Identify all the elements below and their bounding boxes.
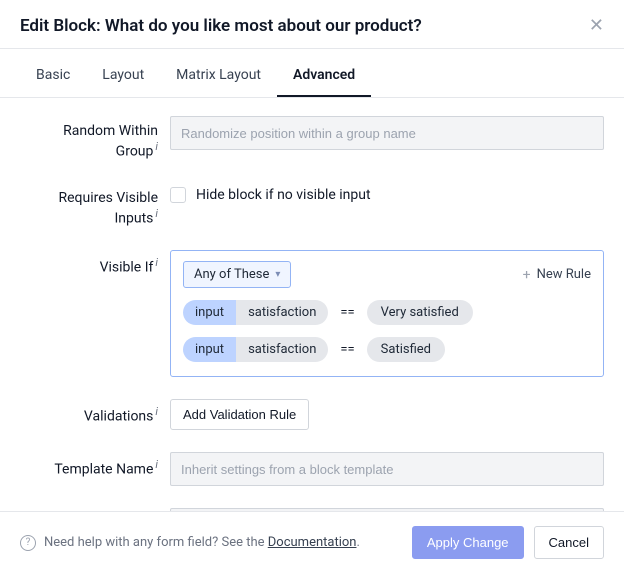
documentation-link[interactable]: Documentation [268, 535, 357, 550]
rule-operator[interactable]: == [338, 342, 356, 357]
add-validation-rule-button[interactable]: Add Validation Rule [170, 399, 309, 430]
chevron-down-icon: ▾ [275, 269, 280, 280]
row-visible-if: Visible Ifi Any of These ▾ + New Rule in… [20, 250, 604, 377]
combinator-select[interactable]: Any of These ▾ [183, 261, 291, 288]
cancel-button[interactable]: Cancel [534, 526, 604, 559]
info-icon[interactable]: i [155, 207, 158, 220]
row-validations: Validationsi Add Validation Rule [20, 399, 604, 430]
info-icon[interactable]: i [155, 256, 158, 269]
tab-basic[interactable]: Basic [20, 57, 86, 97]
template-name-input[interactable] [170, 452, 604, 486]
label-requires-visible-inputs: Requires Visible Inputsi [20, 183, 170, 228]
row-template-name: Template Namei [20, 452, 604, 486]
tab-matrix-layout[interactable]: Matrix Layout [160, 57, 277, 97]
label-template-name: Template Namei [20, 452, 170, 479]
row-random-within-group: Random Within Groupi [20, 116, 604, 161]
rule-field-pill[interactable]: input satisfaction [183, 300, 328, 325]
apply-change-button[interactable]: Apply Change [412, 526, 524, 559]
rule-value-pill[interactable]: Very satisfied [367, 300, 473, 325]
label-validations: Validationsi [20, 399, 170, 426]
random-within-group-input[interactable] [170, 116, 604, 150]
info-icon[interactable]: i [155, 458, 158, 471]
plus-icon: + [523, 267, 531, 283]
rule-value-pill[interactable]: Satisfied [367, 337, 445, 362]
info-icon[interactable]: i [155, 405, 158, 418]
info-icon[interactable]: i [155, 140, 158, 153]
rule-operator[interactable]: == [338, 305, 356, 320]
form-content: Random Within Groupi Requires Visible In… [0, 98, 624, 511]
visible-if-rules-box: Any of These ▾ + New Rule input satisfac… [170, 250, 604, 377]
new-rule-button[interactable]: + New Rule [523, 267, 591, 283]
label-random-within-group: Random Within Groupi [20, 116, 170, 161]
dialog-header: Edit Block: What do you like most about … [0, 0, 624, 48]
tab-layout[interactable]: Layout [86, 57, 160, 97]
tab-advanced[interactable]: Advanced [277, 57, 371, 97]
hide-block-label: Hide block if no visible input [196, 187, 371, 203]
dialog-footer: ? Need help with any form field? See the… [0, 511, 624, 573]
help-icon[interactable]: ? [20, 535, 36, 551]
hide-block-checkbox[interactable] [170, 187, 186, 203]
tabs: Basic Layout Matrix Layout Advanced [0, 49, 624, 98]
row-requires-visible-inputs: Requires Visible Inputsi Hide block if n… [20, 183, 604, 228]
dialog-title: Edit Block: What do you like most about … [20, 16, 422, 36]
rule-row: input satisfaction == Very satisfied [183, 300, 591, 325]
close-icon[interactable]: ✕ [589, 17, 604, 35]
rule-row: input satisfaction == Satisfied [183, 337, 591, 362]
rule-field-pill[interactable]: input satisfaction [183, 337, 328, 362]
label-visible-if: Visible Ifi [20, 250, 170, 277]
help-text: ? Need help with any form field? See the… [20, 535, 360, 551]
